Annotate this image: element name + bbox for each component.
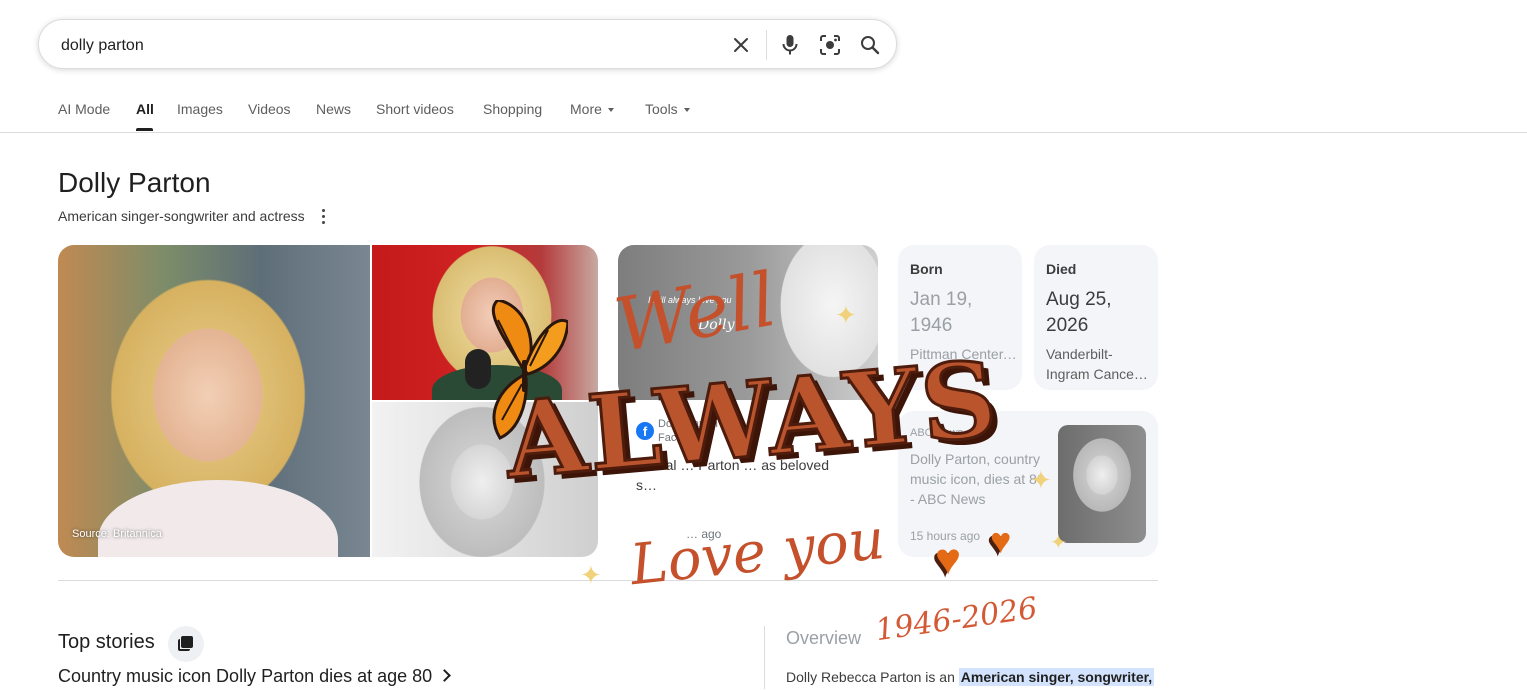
search-tabs: AI Mode All Images Videos News Short vid… [0, 88, 1527, 133]
facebook-result-name: Dolly Parton [658, 418, 718, 430]
entity-subtitle: American singer-songwriter and actress [58, 208, 305, 224]
chevron-down-icon [607, 108, 614, 113]
search-input[interactable] [59, 32, 703, 60]
died-label: Died [1046, 261, 1077, 277]
tribute-text-line3: Love you [627, 506, 888, 599]
tab-videos[interactable]: Videos [248, 101, 291, 117]
search-icon[interactable] [855, 30, 885, 60]
camera-lens-icon[interactable] [815, 30, 845, 60]
active-tab-indicator [136, 128, 153, 131]
news-time: 15 hours ago [910, 529, 981, 543]
image-detail [98, 480, 338, 557]
news-card[interactable]: ABC News Dolly Parton, country music ico… [898, 411, 1158, 557]
born-place-text: Pittman Center, TN [910, 346, 1018, 362]
tab-more-label: More [570, 101, 602, 117]
sparkle-icon: ✦ [580, 560, 602, 590]
portrait-image-bw[interactable] [372, 402, 598, 557]
tribute-signature: Dolly [698, 317, 735, 333]
top-story-headline: Country music icon Dolly Parton dies at … [58, 666, 433, 686]
section-divider [58, 580, 1158, 581]
facebook-result-site: Facebook [658, 432, 707, 444]
image-detail [465, 349, 491, 389]
top-story-link[interactable]: Country music icon Dolly Parton dies at … [58, 666, 452, 687]
top-stories-heading: Top stories [58, 631, 155, 653]
born-card[interactable]: Born Jan 19, 1946 Pittman Center, TN [898, 245, 1022, 390]
news-thumbnail [1058, 425, 1146, 543]
chevron-right-icon [438, 669, 452, 682]
tab-images[interactable]: Images [177, 101, 223, 117]
tab-all[interactable]: All [136, 101, 154, 117]
died-date: Aug 25, 2026 [1046, 289, 1112, 336]
born-date: Jan 19, 1946 [910, 289, 973, 336]
more-options-icon[interactable] [314, 206, 332, 226]
tab-ai-mode[interactable]: AI Mode [58, 101, 110, 117]
facebook-result-snippet: Global … Parton … as beloved s… [636, 457, 829, 493]
tab-shopping[interactable]: Shopping [483, 101, 542, 117]
tab-news[interactable]: News [316, 101, 351, 117]
tab-tools[interactable]: Tools [645, 101, 690, 117]
stories-collection-icon[interactable] [168, 626, 204, 662]
died-place: Vanderbilt-Ingram Cance… [1046, 346, 1148, 382]
close-icon[interactable] [726, 30, 756, 60]
tribute-quote: I will always love you [648, 295, 732, 305]
search-divider [766, 30, 767, 60]
page-title: Dolly Parton [58, 167, 211, 198]
facebook-icon: f [636, 422, 654, 440]
overview-heading: Overview [786, 628, 862, 648]
news-source: ABC News [910, 427, 964, 439]
facebook-result-time: … ago [686, 527, 722, 541]
born-label: Born [910, 261, 943, 277]
image-detail [432, 365, 562, 400]
tab-short-videos[interactable]: Short videos [376, 101, 454, 117]
news-headline: Dolly Parton, country music icon, dies a… [910, 451, 1045, 507]
chevron-down-icon [683, 108, 690, 113]
overview-text-prefix: Dolly Rebecca Parton is an [786, 669, 959, 685]
performance-image[interactable] [372, 245, 598, 400]
born-place: Pittman Center, TN [910, 344, 1018, 364]
tab-tools-label: Tools [645, 101, 678, 117]
overview-highlight: American singer, songwriter, [958, 668, 1155, 686]
column-divider [764, 626, 765, 689]
tab-more[interactable]: More [570, 101, 614, 117]
facebook-result-source[interactable]: f Dolly Parton Facebook [636, 418, 776, 450]
overview-text: Dolly Rebecca Parton is an American sing… [786, 668, 1155, 686]
tribute-years: 1946-2026 [873, 590, 1040, 649]
died-card[interactable]: Died Aug 25, 2026 Vanderbilt-Ingram Canc… [1034, 245, 1158, 390]
tribute-post-card[interactable]: I will always love you Dolly [618, 245, 878, 400]
search-box[interactable] [38, 19, 897, 69]
image-source-label: Source: Britannica [72, 528, 162, 540]
portrait-image-main[interactable]: Source: Britannica [58, 245, 370, 557]
mic-icon[interactable] [775, 30, 805, 60]
